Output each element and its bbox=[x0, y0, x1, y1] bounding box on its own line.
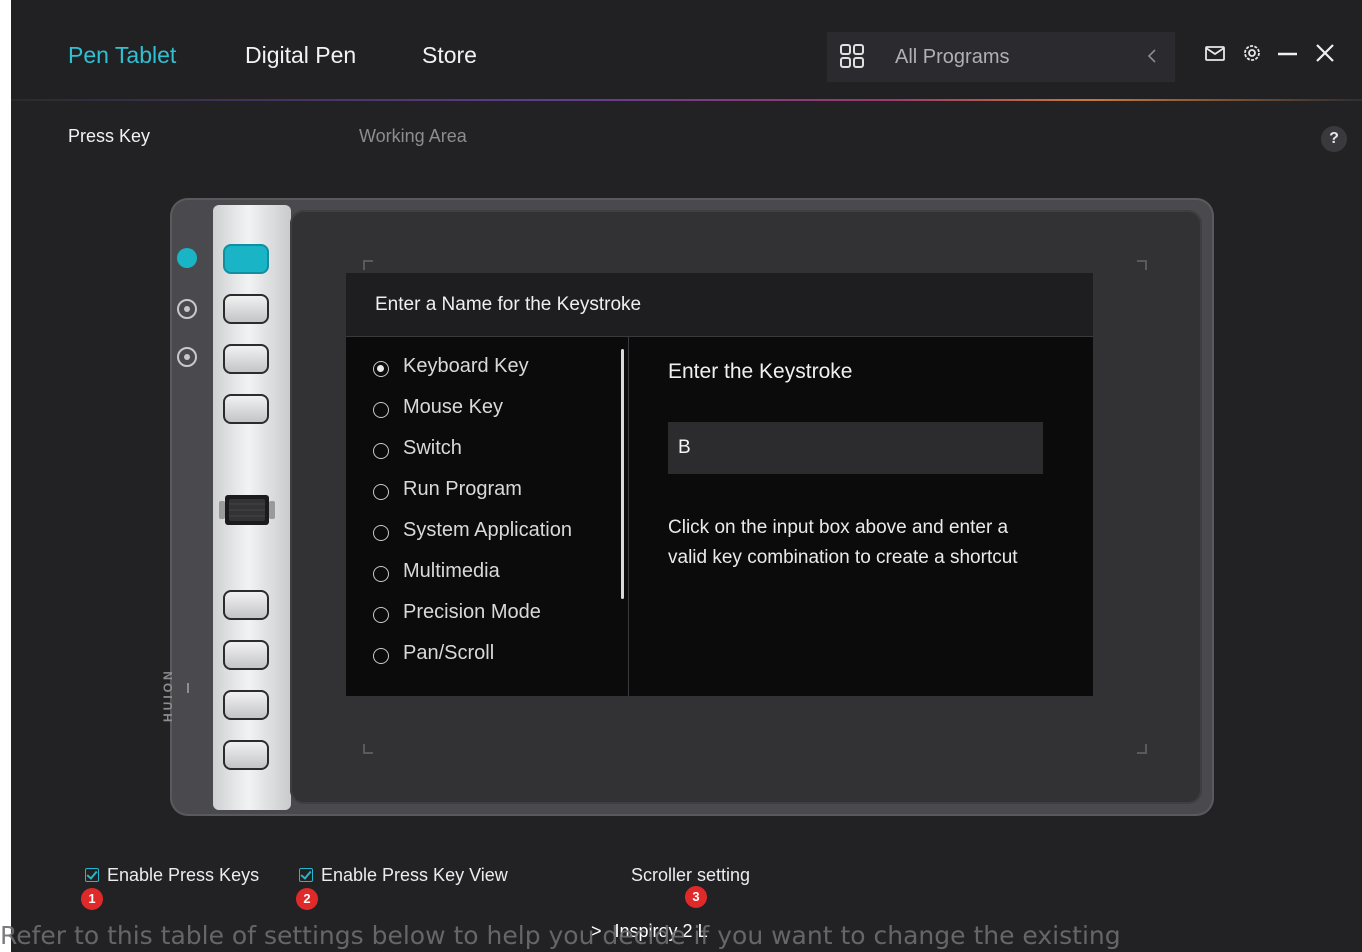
enable-press-keys-label: Enable Press Keys bbox=[107, 865, 260, 885]
express-key-1[interactable] bbox=[223, 244, 269, 274]
side-button-1[interactable] bbox=[177, 248, 197, 268]
mail-icon[interactable] bbox=[1204, 42, 1226, 64]
radio-icon bbox=[373, 525, 389, 541]
express-key-7[interactable] bbox=[223, 690, 269, 720]
express-key-2[interactable] bbox=[223, 294, 269, 324]
program-selector[interactable]: All Programs bbox=[827, 32, 1175, 82]
radio-selected-icon bbox=[373, 361, 389, 377]
scroller-setting-link[interactable]: Scroller setting bbox=[631, 865, 750, 886]
gear-icon[interactable] bbox=[1241, 42, 1263, 64]
program-selector-label: All Programs bbox=[895, 46, 1010, 68]
tablet-indicator-light bbox=[187, 683, 189, 693]
radio-icon bbox=[373, 607, 389, 623]
keystroke-dialog: Enter a Name for the Keystroke Keyboard … bbox=[346, 273, 1093, 696]
huion-logo: HUION bbox=[161, 668, 175, 722]
annotation-badge-1: 1 bbox=[81, 888, 103, 910]
dialog-header: Enter a Name for the Keystroke bbox=[346, 273, 1093, 337]
option-label: Multimedia bbox=[403, 560, 500, 582]
radio-icon bbox=[373, 443, 389, 459]
corner-mark bbox=[363, 260, 373, 270]
option-label: System Application bbox=[403, 519, 572, 541]
chevron-right-icon: > bbox=[591, 921, 602, 941]
function-type-list[interactable]: Keyboard Key Mouse Key Switch Run Progra… bbox=[346, 337, 629, 696]
device-name: Inspiroy 2 L bbox=[614, 921, 708, 941]
option-label: Keyboard Key bbox=[403, 355, 529, 377]
keystroke-help-text: Click on the input box above and enter a… bbox=[668, 517, 1018, 568]
dialog-title: Enter a Name for the Keystroke bbox=[375, 294, 642, 315]
corner-mark bbox=[1137, 260, 1147, 270]
keystroke-input[interactable] bbox=[668, 422, 1043, 474]
minimize-icon[interactable] bbox=[1276, 42, 1298, 64]
checkbox-checked-icon bbox=[299, 868, 313, 882]
subtab-working-area[interactable]: Working Area bbox=[359, 126, 467, 147]
keystroke-title: Enter the Keystroke bbox=[668, 360, 853, 383]
option-label: Run Program bbox=[403, 478, 522, 500]
huion-driver-window: Pen Tablet Digital Pen Store All Program… bbox=[11, 0, 1362, 952]
side-button-2[interactable] bbox=[177, 299, 197, 319]
scroll-dial[interactable] bbox=[215, 492, 279, 528]
option-label: Mouse Key bbox=[403, 396, 504, 418]
annotation-badge-2: 2 bbox=[296, 888, 318, 910]
corner-mark bbox=[363, 744, 373, 754]
help-icon[interactable]: ? bbox=[1321, 126, 1347, 152]
subtab-press-key[interactable]: Press Key bbox=[68, 126, 150, 147]
header-gradient-divider bbox=[11, 99, 1362, 101]
option-label: Precision Mode bbox=[403, 601, 541, 623]
express-key-8[interactable] bbox=[223, 740, 269, 770]
list-scrollbar[interactable] bbox=[621, 349, 624, 599]
radio-icon bbox=[373, 484, 389, 500]
device-selector[interactable]: > Inspiroy 2 L bbox=[591, 921, 708, 942]
checkbox-checked-icon bbox=[85, 868, 99, 882]
tab-pen-tablet[interactable]: Pen Tablet bbox=[68, 42, 176, 69]
radio-icon bbox=[373, 402, 389, 418]
top-bar: Pen Tablet Digital Pen Store All Program… bbox=[11, 0, 1362, 100]
radio-icon bbox=[373, 566, 389, 582]
enable-press-key-view-label: Enable Press Key View bbox=[321, 865, 508, 885]
express-key-6[interactable] bbox=[223, 640, 269, 670]
corner-mark bbox=[1137, 744, 1147, 754]
option-label: Switch bbox=[403, 437, 462, 459]
tab-digital-pen[interactable]: Digital Pen bbox=[245, 42, 356, 69]
express-key-4[interactable] bbox=[223, 394, 269, 424]
radio-icon bbox=[373, 648, 389, 664]
annotation-badge-3: 3 bbox=[685, 886, 707, 908]
close-icon[interactable] bbox=[1314, 42, 1336, 64]
chevron-left-icon[interactable] bbox=[1145, 45, 1159, 67]
express-key-3[interactable] bbox=[223, 344, 269, 374]
grid-icon bbox=[840, 44, 864, 68]
express-key-5[interactable] bbox=[223, 590, 269, 620]
side-button-3[interactable] bbox=[177, 347, 197, 367]
option-label: Pan/Scroll bbox=[403, 642, 495, 664]
tab-store[interactable]: Store bbox=[422, 42, 477, 69]
